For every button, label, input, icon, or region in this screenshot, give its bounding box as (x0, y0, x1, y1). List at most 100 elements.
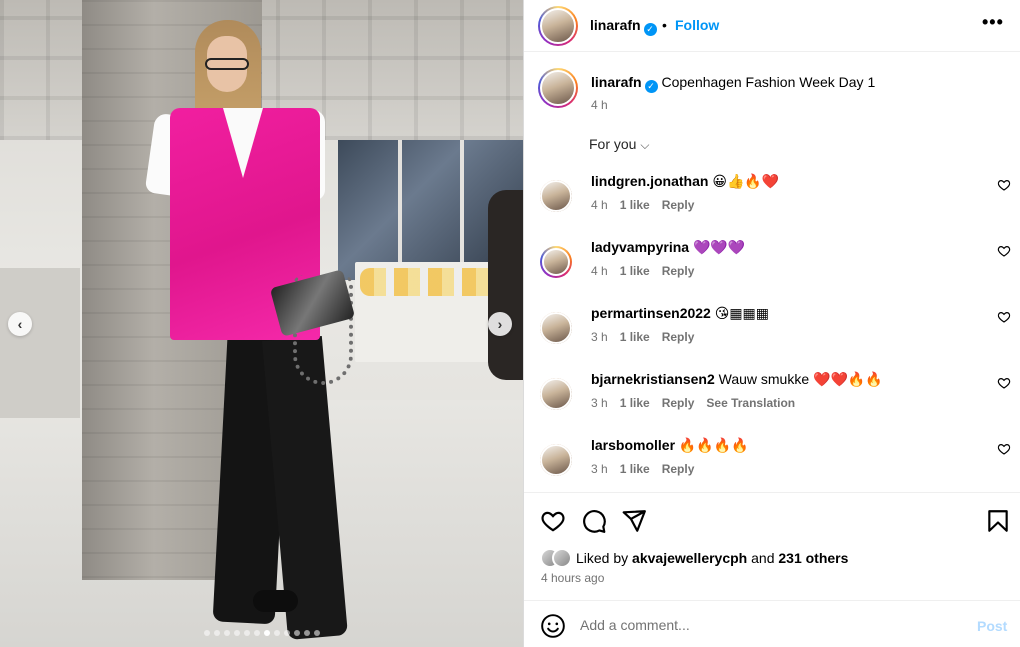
comment-icon[interactable] (581, 508, 607, 534)
comment-text: larsbomoller 🔥🔥🔥🔥 (591, 437, 749, 454)
comment-username[interactable]: lindgren.jonathan (591, 173, 708, 189)
reply-button[interactable]: Reply (662, 330, 695, 344)
comment-row: bjarnekristiansen2 Wauw smukke ❤️❤️🔥🔥 3 h… (524, 368, 1020, 428)
share-icon[interactable] (621, 508, 647, 534)
post-panel: linarafn ✓ • Follow ••• linarafn ✓ Copenha… (523, 0, 1020, 647)
heart-icon[interactable] (997, 310, 1011, 324)
avatar[interactable] (540, 378, 572, 410)
heart-icon[interactable] (540, 508, 566, 534)
post-time: 4 hours ago (541, 571, 605, 585)
carousel-dot (253, 630, 260, 636)
liker-username[interactable]: akvajewellerycph (632, 550, 747, 566)
woman-figure (144, 20, 385, 647)
comment-row: permartinsen2022 😘▦▦▦ 3 h 1 like Reply (524, 302, 1020, 362)
bookmark-icon[interactable] (985, 508, 1011, 534)
liker-avatar (552, 548, 572, 568)
avatar[interactable] (540, 246, 572, 278)
carousel-dot (213, 630, 220, 636)
see-translation-button[interactable]: See Translation (706, 396, 795, 410)
comment-body: Wauw smukke ❤️❤️🔥🔥 (718, 371, 883, 387)
comment-body: 😀👍🔥❤️ (712, 173, 780, 189)
heart-icon[interactable] (997, 178, 1011, 192)
carousel-dot (223, 630, 230, 636)
comment-text: lindgren.jonathan 😀👍🔥❤️ (591, 173, 779, 190)
comment-likes[interactable]: 1 like (620, 330, 650, 344)
carousel-dot (303, 630, 310, 636)
comment-username[interactable]: bjarnekristiansen2 (591, 371, 715, 387)
counter (0, 268, 80, 418)
post-comment-button[interactable]: Post (977, 618, 1007, 634)
comment-username[interactable]: larsbomoller (591, 437, 675, 453)
comment-meta: 4 h 1 like Reply (591, 264, 694, 278)
avatar[interactable] (540, 444, 572, 476)
carousel-dot (233, 630, 240, 636)
carousel-dots (0, 630, 523, 636)
carousel-dot (243, 630, 250, 636)
comment-meta: 4 h 1 like Reply (591, 198, 694, 212)
likes-summary: Liked by akvajewellerycph and 231 others (540, 548, 848, 568)
comment-likes[interactable]: 1 like (620, 462, 650, 476)
reply-button[interactable]: Reply (662, 198, 695, 212)
separator-dot: • (662, 17, 667, 33)
carousel-dot (313, 630, 320, 636)
comment-text: bjarnekristiansen2 Wauw smukke ❤️❤️🔥🔥 (591, 371, 883, 388)
carousel-dot (263, 630, 270, 636)
comment-time: 3 h (591, 396, 608, 410)
next-image-button[interactable]: › (488, 312, 512, 336)
comment-username[interactable]: permartinsen2022 (591, 305, 711, 321)
caption-text: linarafn ✓ Copenhagen Fashion Week Day 1 (591, 74, 875, 93)
emoji-icon[interactable] (540, 613, 566, 639)
comment-row: larsbomoller 🔥🔥🔥🔥 3 h 1 like Reply (524, 434, 1020, 494)
likes-prefix: Liked by (576, 550, 629, 566)
previous-image-button[interactable]: ‹ (8, 312, 32, 336)
caption-body: Copenhagen Fashion Week Day 1 (661, 74, 876, 90)
avatar[interactable] (538, 68, 578, 108)
comment-text: permartinsen2022 😘▦▦▦ (591, 305, 769, 322)
avatar[interactable] (540, 180, 572, 212)
comment-time: 3 h (591, 462, 608, 476)
comment-meta: 3 h 1 like Reply (591, 330, 694, 344)
verified-icon: ✓ (643, 23, 657, 36)
comments-section: linarafn ✓ Copenhagen Fashion Week Day 1 … (524, 52, 1020, 493)
post-image[interactable]: ‹ › (0, 0, 523, 647)
comment-body: 💜💜💜 (692, 239, 746, 255)
comment-time: 4 h (591, 198, 608, 212)
sort-comments-dropdown[interactable]: For you ⌵ (589, 136, 649, 153)
comment-likes[interactable]: 1 like (620, 264, 650, 278)
comment-meta: 3 h 1 like Reply See Translation (591, 396, 795, 410)
reply-button[interactable]: Reply (662, 462, 695, 476)
author-username[interactable]: linarafn ✓ (590, 17, 657, 36)
comment-text: ladyvampyrina 💜💜💜 (591, 239, 745, 256)
comment-username[interactable]: ladyvampyrina (591, 239, 689, 255)
author-name[interactable]: linarafn (590, 17, 641, 33)
likes-others-link[interactable]: 231 others (778, 550, 848, 566)
comment-likes[interactable]: 1 like (620, 396, 650, 410)
avatar[interactable] (540, 312, 572, 344)
comment-body: 😘▦▦▦ (714, 305, 770, 321)
caption-time: 4 h (591, 98, 608, 112)
more-icon[interactable]: ••• (982, 12, 1004, 33)
carousel-dot (273, 630, 280, 636)
carousel-dot (293, 630, 300, 636)
add-comment-bar: Post (524, 600, 1020, 647)
comment-meta: 3 h 1 like Reply (591, 462, 694, 476)
post-header: linarafn ✓ • Follow ••• (524, 0, 1020, 52)
avatar[interactable] (538, 6, 578, 46)
comment-likes[interactable]: 1 like (620, 198, 650, 212)
background-person (488, 190, 523, 380)
reply-button[interactable]: Reply (662, 264, 695, 278)
comment-input[interactable] (580, 613, 960, 637)
comment-body: 🔥🔥🔥🔥 (678, 437, 749, 453)
sort-label: For you (589, 136, 637, 152)
comment-row: ladyvampyrina 💜💜💜 4 h 1 like Reply (524, 236, 1020, 296)
carousel-dot (203, 630, 210, 636)
reply-button[interactable]: Reply (662, 396, 695, 410)
follow-button[interactable]: Follow (675, 17, 719, 33)
verified-icon: ✓ (644, 80, 658, 93)
heart-icon[interactable] (997, 442, 1011, 456)
comment-time: 3 h (591, 330, 608, 344)
chevron-down-icon: ⌵ (640, 138, 650, 152)
caption-author[interactable]: linarafn (591, 74, 642, 90)
heart-icon[interactable] (997, 376, 1011, 390)
heart-icon[interactable] (997, 244, 1011, 258)
